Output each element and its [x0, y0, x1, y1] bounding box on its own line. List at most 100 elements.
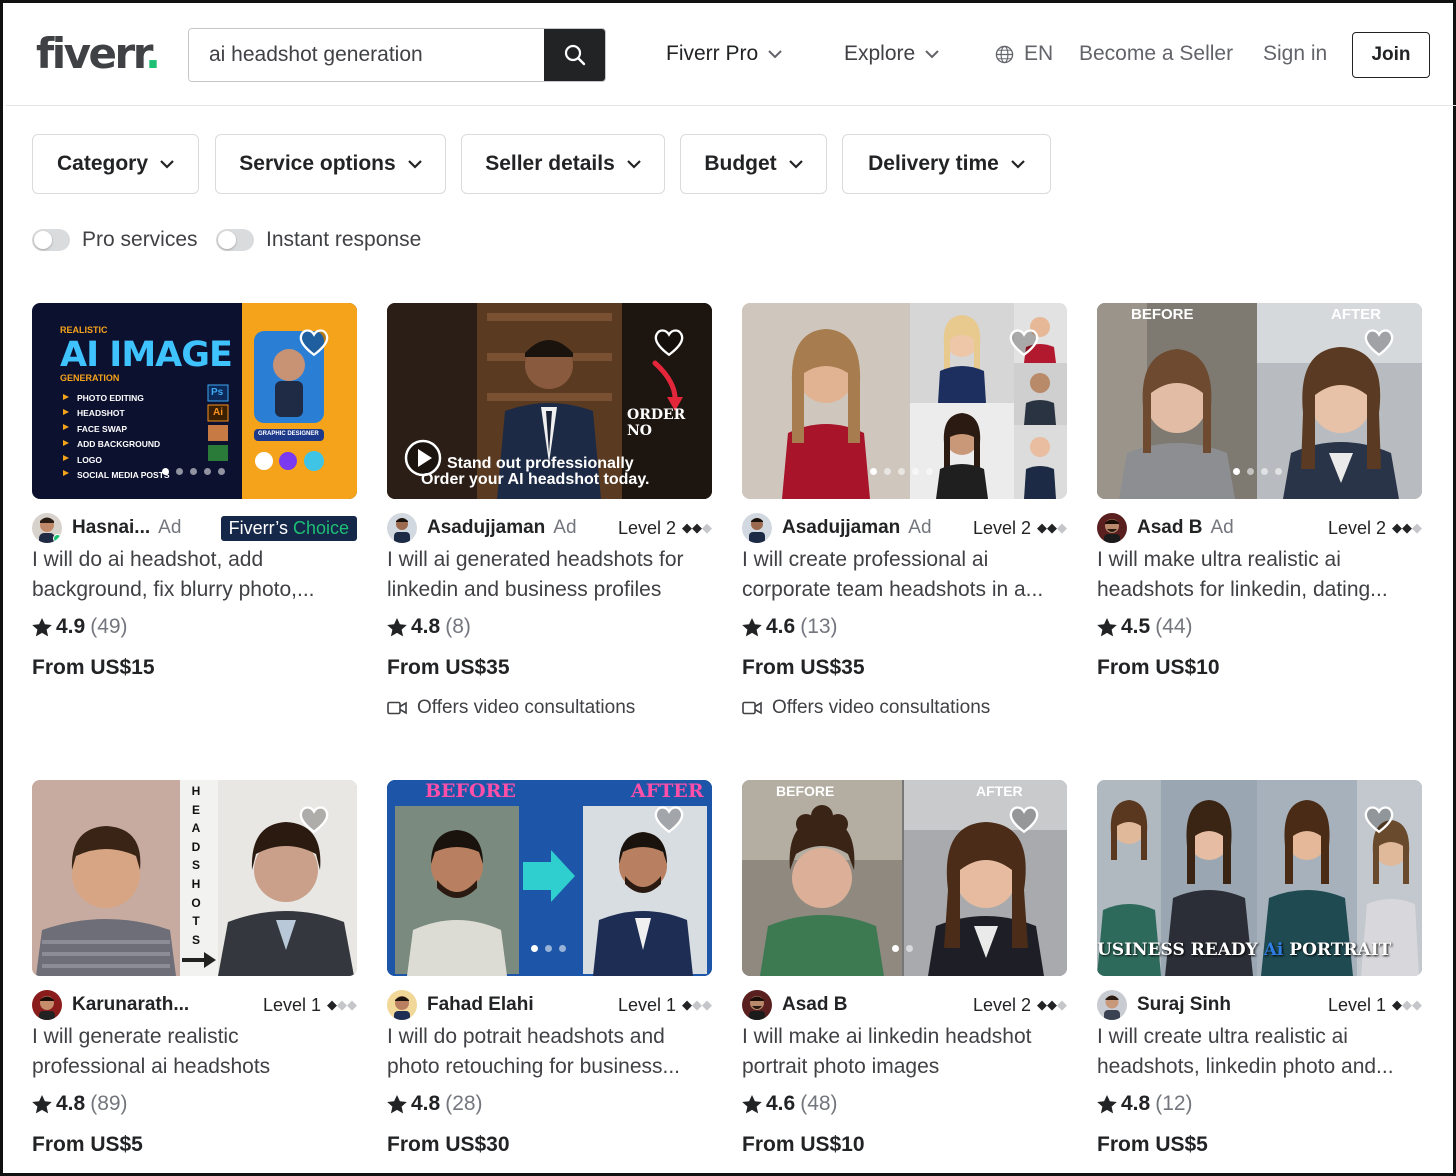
- seller-row: Asad B Ad Level 2 ◆◆◆: [1097, 513, 1422, 543]
- thumb-bullet: LOGO: [77, 454, 103, 465]
- nav-language[interactable]: EN: [995, 40, 1053, 68]
- gig-title[interactable]: I will make ultra realistic ai headshots…: [1097, 545, 1422, 605]
- seller-name[interactable]: Karunarath...: [72, 994, 189, 1016]
- seller-name[interactable]: Fahad Elahi: [427, 994, 534, 1016]
- thumb-before-label: BEFORE: [425, 780, 516, 802]
- seller-level-label: Level 1: [617, 994, 676, 1015]
- gig-title[interactable]: I will do potrait headshots and photo re…: [387, 1022, 712, 1082]
- gig-thumbnail[interactable]: BEFORE AFTER: [742, 780, 1067, 976]
- heart-icon[interactable]: [1362, 325, 1396, 359]
- gig-thumbnail[interactable]: BEFORE AFTER: [1097, 303, 1422, 499]
- carousel-dots: [531, 945, 566, 952]
- avatar[interactable]: [387, 513, 417, 543]
- avatar[interactable]: [1097, 990, 1127, 1020]
- chevron-down-icon: [925, 49, 939, 58]
- level-diamonds-icon: ◆◆◆: [327, 997, 357, 1012]
- filter-delivery-time-label: Delivery time: [868, 152, 999, 175]
- nav-sign-in[interactable]: Sign in: [1263, 40, 1327, 68]
- avatar[interactable]: [387, 990, 417, 1020]
- chevron-down-icon: [788, 159, 803, 169]
- video-camera-icon: [742, 701, 762, 715]
- gig-title[interactable]: I will ai generated headshots for linked…: [387, 545, 712, 605]
- gig-thumbnail[interactable]: HEADSHOTS: [32, 780, 357, 976]
- filter-category[interactable]: Category: [32, 134, 199, 194]
- page-frame: fiverr. Fiverr Pro Explore EN Become a S…: [0, 0, 1456, 1176]
- avatar[interactable]: [742, 990, 772, 1020]
- gig-rating: 4.6 (48): [742, 1092, 838, 1116]
- filter-seller-details[interactable]: Seller details: [461, 134, 665, 194]
- seller-name[interactable]: Asad B: [1137, 517, 1202, 539]
- heart-icon[interactable]: [297, 802, 331, 836]
- seller-name[interactable]: Asadujjaman: [427, 517, 545, 539]
- video-consultation-label: Offers video consultations: [417, 697, 636, 718]
- ad-label: Ad: [1210, 517, 1234, 538]
- gig-title[interactable]: I will do ai headshot, add background, f…: [32, 545, 357, 605]
- star-icon: [742, 1094, 762, 1113]
- search-bar: [188, 28, 606, 82]
- heart-icon[interactable]: [1007, 802, 1041, 836]
- gig-rating: 4.8 (8): [387, 615, 471, 639]
- filter-delivery-time[interactable]: Delivery time: [842, 134, 1051, 194]
- rating-count: (8): [445, 615, 471, 638]
- avatar[interactable]: [1097, 513, 1127, 543]
- thumb-vertical-text: HEADSHOTS: [191, 784, 201, 947]
- filter-service-options[interactable]: Service options: [215, 134, 446, 194]
- thumb-order-text: ORDER NO: [627, 407, 686, 439]
- carousel-dots: [1233, 468, 1282, 475]
- gig-title[interactable]: I will create ultra realistic ai headsho…: [1097, 1022, 1422, 1082]
- avatar[interactable]: [32, 990, 62, 1020]
- filter-category-label: Category: [56, 152, 149, 175]
- gig-thumbnail[interactable]: ORDER NO Stand out professionally Order …: [387, 303, 712, 499]
- gig-title[interactable]: I will create professional ai corporate …: [742, 545, 1067, 605]
- rating-score: 4.8: [411, 615, 441, 638]
- filter-budget[interactable]: Budget: [680, 134, 827, 194]
- seller-level: Level 2 ◆◆◆: [973, 995, 1067, 1016]
- seller-name[interactable]: Asad B: [782, 994, 847, 1016]
- heart-icon[interactable]: [652, 325, 686, 359]
- seller-name[interactable]: Asadujjaman: [782, 517, 900, 539]
- instant-response-toggle[interactable]: [216, 229, 254, 251]
- gig-rating: 4.9 (49): [32, 615, 128, 639]
- search-input[interactable]: [189, 29, 545, 81]
- nav-fiverr-pro[interactable]: Fiverr Pro: [666, 40, 782, 68]
- seller-name[interactable]: Hasnai...: [72, 517, 150, 539]
- heart-icon[interactable]: [297, 325, 331, 359]
- seller-row: Suraj Sinh Level 1 ◆◆◆: [1097, 990, 1422, 1020]
- avatar[interactable]: [32, 513, 62, 543]
- seller-name[interactable]: Suraj Sinh: [1137, 994, 1231, 1016]
- carousel-dots: [870, 468, 933, 475]
- gig-price: From US$5: [32, 1133, 143, 1156]
- gig-thumbnail[interactable]: USINESS READY Ai PORTRAIT: [1097, 780, 1422, 976]
- seller-level: Level 1 ◆◆◆: [618, 995, 712, 1016]
- join-button[interactable]: Join: [1352, 32, 1430, 78]
- rating-score: 4.6: [766, 615, 796, 638]
- rating-score: 4.9: [56, 615, 86, 638]
- gig-price: From US$15: [32, 656, 155, 679]
- level-diamonds-icon: ◆◆◆: [1392, 997, 1422, 1012]
- gig-thumbnail[interactable]: REALISTIC AI IMAGE GENERATION PHOTO EDIT…: [32, 303, 357, 499]
- photoshop-icon: Ps: [211, 387, 224, 398]
- level-diamonds-icon: ◆◆◆: [682, 997, 712, 1012]
- gig-rating: 4.8 (89): [32, 1092, 128, 1116]
- pro-services-toggle[interactable]: [32, 229, 70, 251]
- nav-become-seller[interactable]: Become a Seller: [1079, 40, 1233, 68]
- gig-price: From US$35: [742, 656, 865, 679]
- gig-title[interactable]: I will generate realistic professional a…: [32, 1022, 357, 1082]
- gig-thumbnail[interactable]: BEFORE AFTER: [387, 780, 712, 976]
- chevron-down-icon: [627, 159, 641, 169]
- heart-icon[interactable]: [1362, 802, 1396, 836]
- gig-rating: 4.8 (28): [387, 1092, 483, 1116]
- gig-title[interactable]: I will make ai linkedin headshot portrai…: [742, 1022, 1067, 1082]
- fiverr-logo[interactable]: fiverr.: [36, 30, 161, 78]
- gig-price: From US$30: [387, 1133, 510, 1156]
- avatar[interactable]: [742, 513, 772, 543]
- thumb-sub: GENERATION: [60, 373, 120, 383]
- globe-icon: [995, 45, 1014, 63]
- ad-label: Ad: [908, 517, 932, 538]
- search-button[interactable]: [544, 29, 605, 81]
- nav-sign-in-label: Sign in: [1263, 42, 1328, 65]
- heart-icon[interactable]: [1007, 325, 1041, 359]
- heart-icon[interactable]: [652, 802, 686, 836]
- nav-explore[interactable]: Explore: [844, 40, 939, 68]
- gig-thumbnail[interactable]: [742, 303, 1067, 499]
